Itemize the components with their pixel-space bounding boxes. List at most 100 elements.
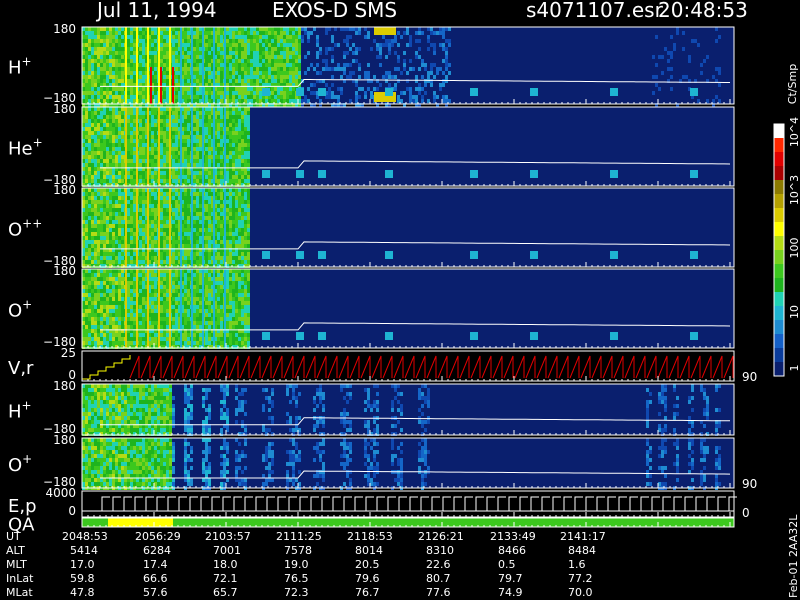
cell xyxy=(154,47,157,51)
cell xyxy=(97,91,100,95)
cell xyxy=(127,115,130,119)
cell xyxy=(220,220,223,224)
spin-stripe xyxy=(158,188,160,267)
cell xyxy=(151,51,154,55)
cell xyxy=(142,289,145,293)
cell xyxy=(154,43,157,47)
cell xyxy=(175,27,178,31)
cell xyxy=(85,317,88,321)
cell xyxy=(133,313,136,317)
cell xyxy=(286,55,289,59)
cell xyxy=(283,55,286,59)
cell xyxy=(130,256,133,260)
cell xyxy=(112,321,115,325)
cell xyxy=(133,252,136,256)
cell xyxy=(103,27,106,31)
cell xyxy=(220,27,223,31)
cell xyxy=(355,51,358,55)
cell xyxy=(139,293,142,297)
cell xyxy=(118,289,121,293)
cell xyxy=(247,236,250,240)
cell xyxy=(220,139,223,143)
cell xyxy=(208,200,211,204)
cell xyxy=(115,179,118,183)
cell xyxy=(325,83,328,87)
cell xyxy=(154,155,157,159)
cell xyxy=(277,27,280,31)
cell xyxy=(94,147,97,151)
cell xyxy=(103,321,106,325)
cell xyxy=(103,67,106,71)
cell xyxy=(232,139,235,143)
cell xyxy=(235,147,238,151)
cell xyxy=(283,47,286,51)
cell xyxy=(163,71,166,75)
cell xyxy=(154,31,157,35)
cell xyxy=(91,277,94,281)
cell xyxy=(88,285,91,289)
cell xyxy=(205,200,208,204)
cell xyxy=(112,281,115,285)
cell xyxy=(127,131,130,135)
cell xyxy=(430,31,433,35)
cell xyxy=(268,47,271,51)
cell xyxy=(196,51,199,55)
cell xyxy=(292,31,295,35)
cell xyxy=(91,188,94,192)
cell xyxy=(247,59,250,63)
cell xyxy=(121,111,124,115)
cell xyxy=(130,31,133,35)
cell xyxy=(232,216,235,220)
cell xyxy=(103,79,106,83)
cell xyxy=(91,123,94,127)
panel-2: O++180−180 xyxy=(8,183,735,268)
cell xyxy=(103,143,106,147)
cell xyxy=(142,232,145,236)
cell xyxy=(445,27,448,31)
cell xyxy=(247,63,250,67)
cell xyxy=(187,63,190,67)
cell xyxy=(220,67,223,71)
cell xyxy=(106,107,109,111)
cell xyxy=(268,71,271,75)
cell xyxy=(439,31,442,35)
cell xyxy=(217,35,220,39)
cell xyxy=(91,107,94,111)
cell xyxy=(238,212,241,216)
cell xyxy=(274,59,277,63)
cell xyxy=(196,159,199,163)
spin-stripe xyxy=(180,188,182,267)
cell xyxy=(115,220,118,224)
cell xyxy=(118,200,121,204)
cell xyxy=(91,297,94,301)
cell xyxy=(109,139,112,143)
cell xyxy=(265,27,268,31)
cell xyxy=(151,115,154,119)
cell xyxy=(235,143,238,147)
cell xyxy=(142,192,145,196)
cell xyxy=(91,171,94,175)
cell xyxy=(448,27,451,31)
cell xyxy=(199,204,202,208)
cell xyxy=(712,75,715,79)
cell xyxy=(109,171,112,175)
cell xyxy=(121,244,124,248)
cell xyxy=(175,244,178,248)
cell xyxy=(163,135,166,139)
cell xyxy=(133,232,136,236)
cell xyxy=(235,95,238,99)
cell xyxy=(259,63,262,67)
cell xyxy=(235,39,238,43)
cell xyxy=(367,71,370,75)
cell xyxy=(121,341,124,345)
cell xyxy=(121,192,124,196)
cell xyxy=(166,155,169,159)
cell xyxy=(91,341,94,345)
cell xyxy=(133,119,136,123)
cell xyxy=(118,192,121,196)
cell xyxy=(286,31,289,35)
cell xyxy=(100,63,103,67)
cell xyxy=(427,27,430,31)
cell xyxy=(205,87,208,91)
cell xyxy=(220,204,223,208)
